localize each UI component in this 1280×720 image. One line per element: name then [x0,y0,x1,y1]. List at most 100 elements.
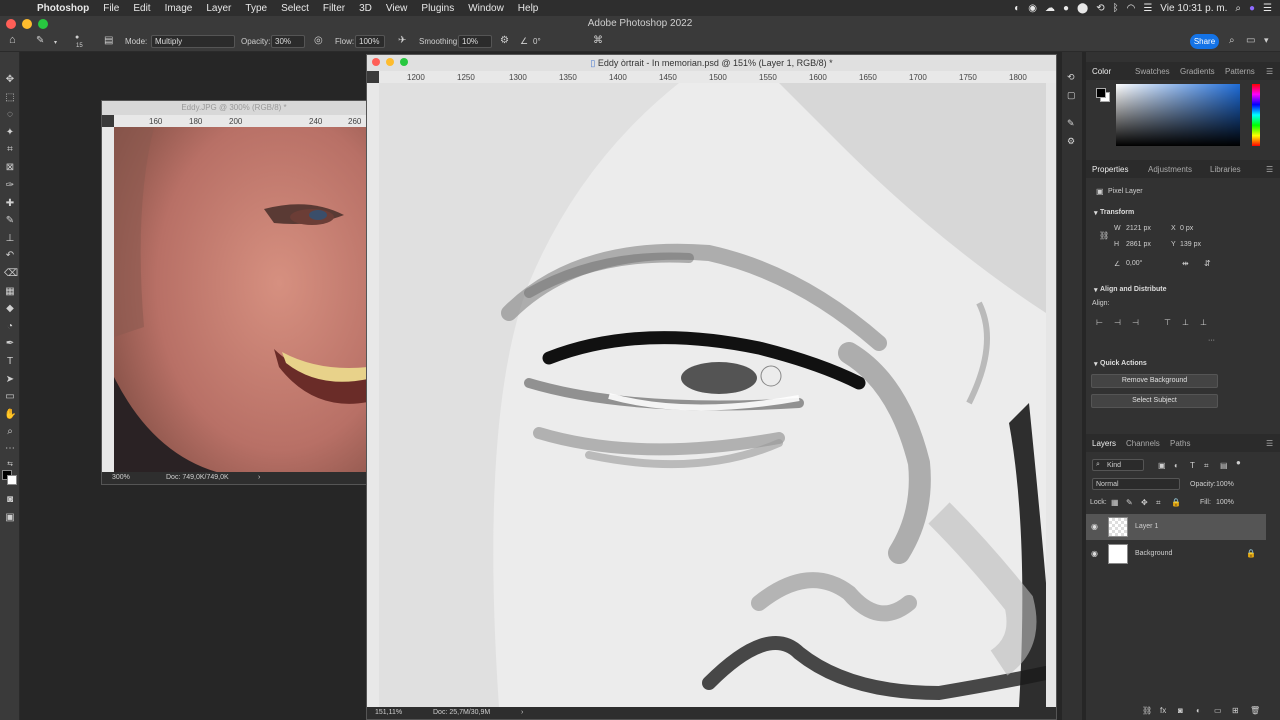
extension-icon[interactable]: ◐ [1014,3,1020,14]
new-group-icon[interactable]: ▭ [1214,706,1222,715]
hue-slider[interactable] [1252,84,1260,146]
tab-patterns[interactable]: Patterns [1225,67,1255,76]
time-machine-icon[interactable]: ⟲ [1096,3,1104,14]
blur-tool-icon[interactable]: ◆ [4,303,16,315]
brushes-icon[interactable]: ✎ [1067,118,1075,129]
horizontal-ruler[interactable]: 1200 1250 1300 1350 1400 1450 1500 1550 … [379,71,1056,83]
layer-row[interactable]: ◉ Background 🔒 [1086,541,1266,567]
layer-name[interactable]: Background [1135,550,1172,557]
panel-menu-icon[interactable]: ☰ [1266,165,1273,174]
opacity-field[interactable]: 30% [271,35,305,48]
siri-icon[interactable]: ● [1249,3,1255,14]
reference-document-window[interactable]: Eddy.JPG @ 300% (RGB/8) * 160 180 200 24… [101,100,368,485]
menu-filter[interactable]: Filter [316,3,352,14]
menu-select[interactable]: Select [274,3,316,14]
panel-menu-icon[interactable]: ☰ [1266,439,1273,448]
link-icon[interactable]: ⛓ [1099,231,1109,240]
menu-view[interactable]: View [379,3,415,14]
filter-smart-object-icon[interactable]: ▤ [1220,461,1228,470]
lock-artboard-icon[interactable]: ⌗ [1156,498,1161,508]
remove-background-button[interactable]: Remove Background [1091,374,1218,388]
menu-image[interactable]: Image [158,3,200,14]
flow-field[interactable]: 100% [355,35,385,48]
zoom-document-icon[interactable] [400,58,408,66]
extension-icon[interactable]: ● [1063,3,1069,14]
zoom-tool-icon[interactable]: ⌕ [4,426,16,438]
control-center-icon[interactable]: ☰ [1143,3,1152,14]
visibility-eye-icon[interactable]: ◉ [1091,522,1098,531]
layer-row[interactable]: ◉ Layer 1 [1086,514,1266,540]
height-field[interactable]: 2861 px [1126,241,1151,248]
pen-tool-icon[interactable]: ✒ [4,338,16,350]
filter-adjustment-icon[interactable]: ◐ [1174,461,1179,470]
path-select-tool-icon[interactable]: ➤ [4,374,16,386]
brush-tool-icon[interactable]: ✎ [36,35,44,46]
tab-layers[interactable]: Layers [1092,439,1116,448]
status-arrow-icon[interactable]: › [258,472,260,484]
menu-help[interactable]: Help [511,3,546,14]
blend-mode-select[interactable]: Normal [1092,478,1180,490]
search-icon[interactable]: ⌕ [1229,35,1235,46]
filter-toggle-icon[interactable]: ● [1236,458,1241,467]
comments-icon[interactable]: ▢ [1067,90,1076,101]
layer-filter-select[interactable]: ⌕ Kind [1092,459,1144,471]
spotlight-search-icon[interactable]: ⌕ [1235,3,1241,14]
zoom-window-icon[interactable] [38,19,48,29]
menu-app[interactable]: Photoshop [30,3,96,14]
rectangle-tool-icon[interactable]: ▭ [4,391,16,403]
document-tab[interactable]: ▯ Eddy òrtrait - In memorian.psd @ 151% … [367,55,1056,71]
color-field[interactable] [1116,84,1240,146]
tab-properties[interactable]: Properties [1092,165,1128,174]
tab-swatches[interactable]: Swatches [1135,67,1170,76]
minimize-document-icon[interactable] [386,58,394,66]
share-button[interactable]: Share [1190,34,1219,49]
layer-style-icon[interactable]: fx [1160,706,1166,715]
align-left-icon[interactable]: ⊢ [1096,318,1103,327]
tab-paths[interactable]: Paths [1170,439,1190,448]
link-layers-icon[interactable]: ⛓ [1142,706,1152,715]
lock-transparent-icon[interactable]: ▦ [1111,498,1119,507]
more-options[interactable]: ··· [1208,337,1215,344]
quick-select-tool-icon[interactable]: ✦ [4,127,16,139]
vertical-ruler[interactable] [367,83,379,707]
lock-pixels-icon[interactable]: ✎ [1126,498,1133,507]
healing-brush-tool-icon[interactable]: ✚ [4,198,16,210]
flip-horizontal-icon[interactable]: ⇹ [1182,259,1189,268]
lock-position-icon[interactable]: ✥ [1141,498,1148,507]
doc-size[interactable]: Doc: 25,7M/30,9M [433,707,490,719]
lock-all-icon[interactable]: 🔒 [1171,498,1181,507]
workspace-menu-icon[interactable]: ▾ [1264,35,1269,46]
add-mask-icon[interactable]: ◙ [1178,706,1183,715]
zoom-level[interactable]: 151,11% [375,707,402,719]
tab-color[interactable]: Color [1092,67,1111,76]
width-field[interactable]: 2121 px [1126,225,1151,232]
foreground-color-chip[interactable] [1096,88,1106,98]
zoom-level[interactable]: 300% [112,472,130,484]
type-tool-icon[interactable]: T [4,356,16,368]
menu-type[interactable]: Type [238,3,274,14]
hand-tool-icon[interactable]: ✋ [4,409,16,421]
quick-mask-icon[interactable]: ◙ [4,494,16,506]
gradient-tool-icon[interactable]: ▦ [4,286,16,298]
extension-icon[interactable]: ☁ [1045,3,1055,14]
close-window-icon[interactable] [6,19,16,29]
layer-name[interactable]: Layer 1 [1135,523,1158,530]
frame-tool-icon[interactable]: ⊠ [4,162,16,174]
smoothing-field[interactable]: 10% [458,35,492,48]
brush-settings-icon[interactable]: ▤ [104,35,113,46]
transform-chevron-icon[interactable]: ▾ [1094,209,1098,217]
y-field[interactable]: 139 px [1180,241,1201,248]
pressure-opacity-icon[interactable]: ◎ [314,35,323,46]
history-icon[interactable]: ⟲ [1067,72,1075,83]
align-center-icon[interactable]: ⊣ [1114,318,1121,327]
vertical-ruler[interactable] [102,127,114,474]
filter-shape-icon[interactable]: ⌗ [1204,461,1209,471]
reference-photo[interactable] [114,127,368,474]
lasso-tool-icon[interactable]: ◌ [4,109,16,121]
align-chevron-icon[interactable]: ▾ [1094,286,1098,294]
chevron-down-icon[interactable]: ▾ [54,39,57,46]
align-title[interactable]: Align and Distribute [1100,286,1167,293]
notification-center-icon[interactable]: ☰ [1263,3,1272,14]
brush-settings-icon[interactable]: ⚙ [1067,136,1075,147]
quick-actions-title[interactable]: Quick Actions [1100,360,1147,367]
